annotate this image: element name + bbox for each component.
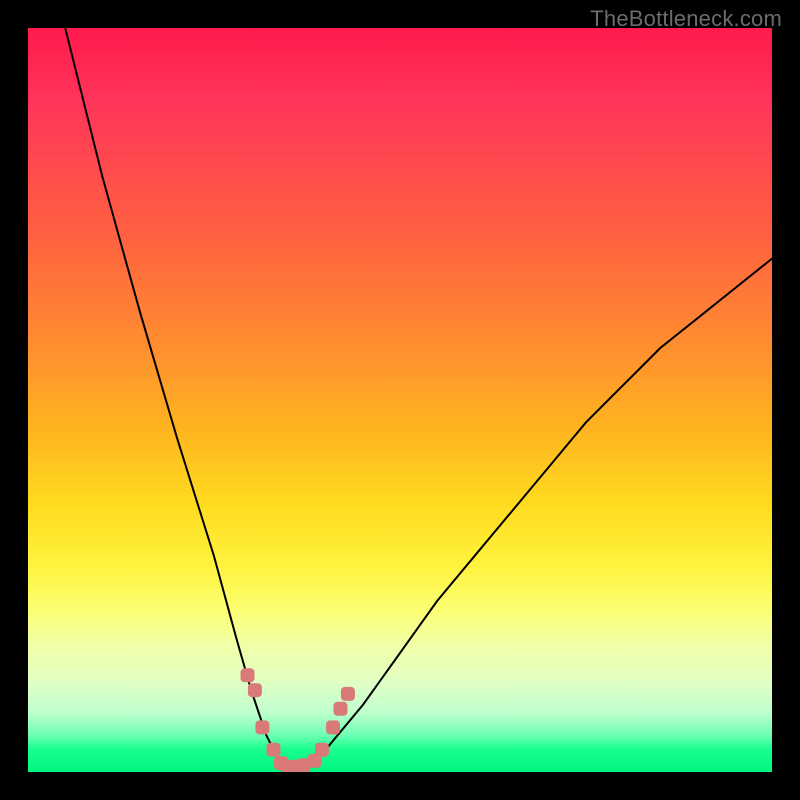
plot-area	[28, 28, 772, 772]
marker-point	[341, 687, 355, 701]
marker-point	[241, 668, 255, 682]
chart-frame: TheBottleneck.com	[0, 0, 800, 800]
marker-group	[241, 668, 355, 772]
marker-point	[255, 720, 269, 734]
marker-point	[248, 683, 262, 697]
marker-point	[267, 743, 281, 757]
bottleneck-curve-line	[65, 28, 772, 772]
marker-point	[315, 743, 329, 757]
chart-svg	[28, 28, 772, 772]
marker-point	[334, 702, 348, 716]
marker-point	[326, 720, 340, 734]
